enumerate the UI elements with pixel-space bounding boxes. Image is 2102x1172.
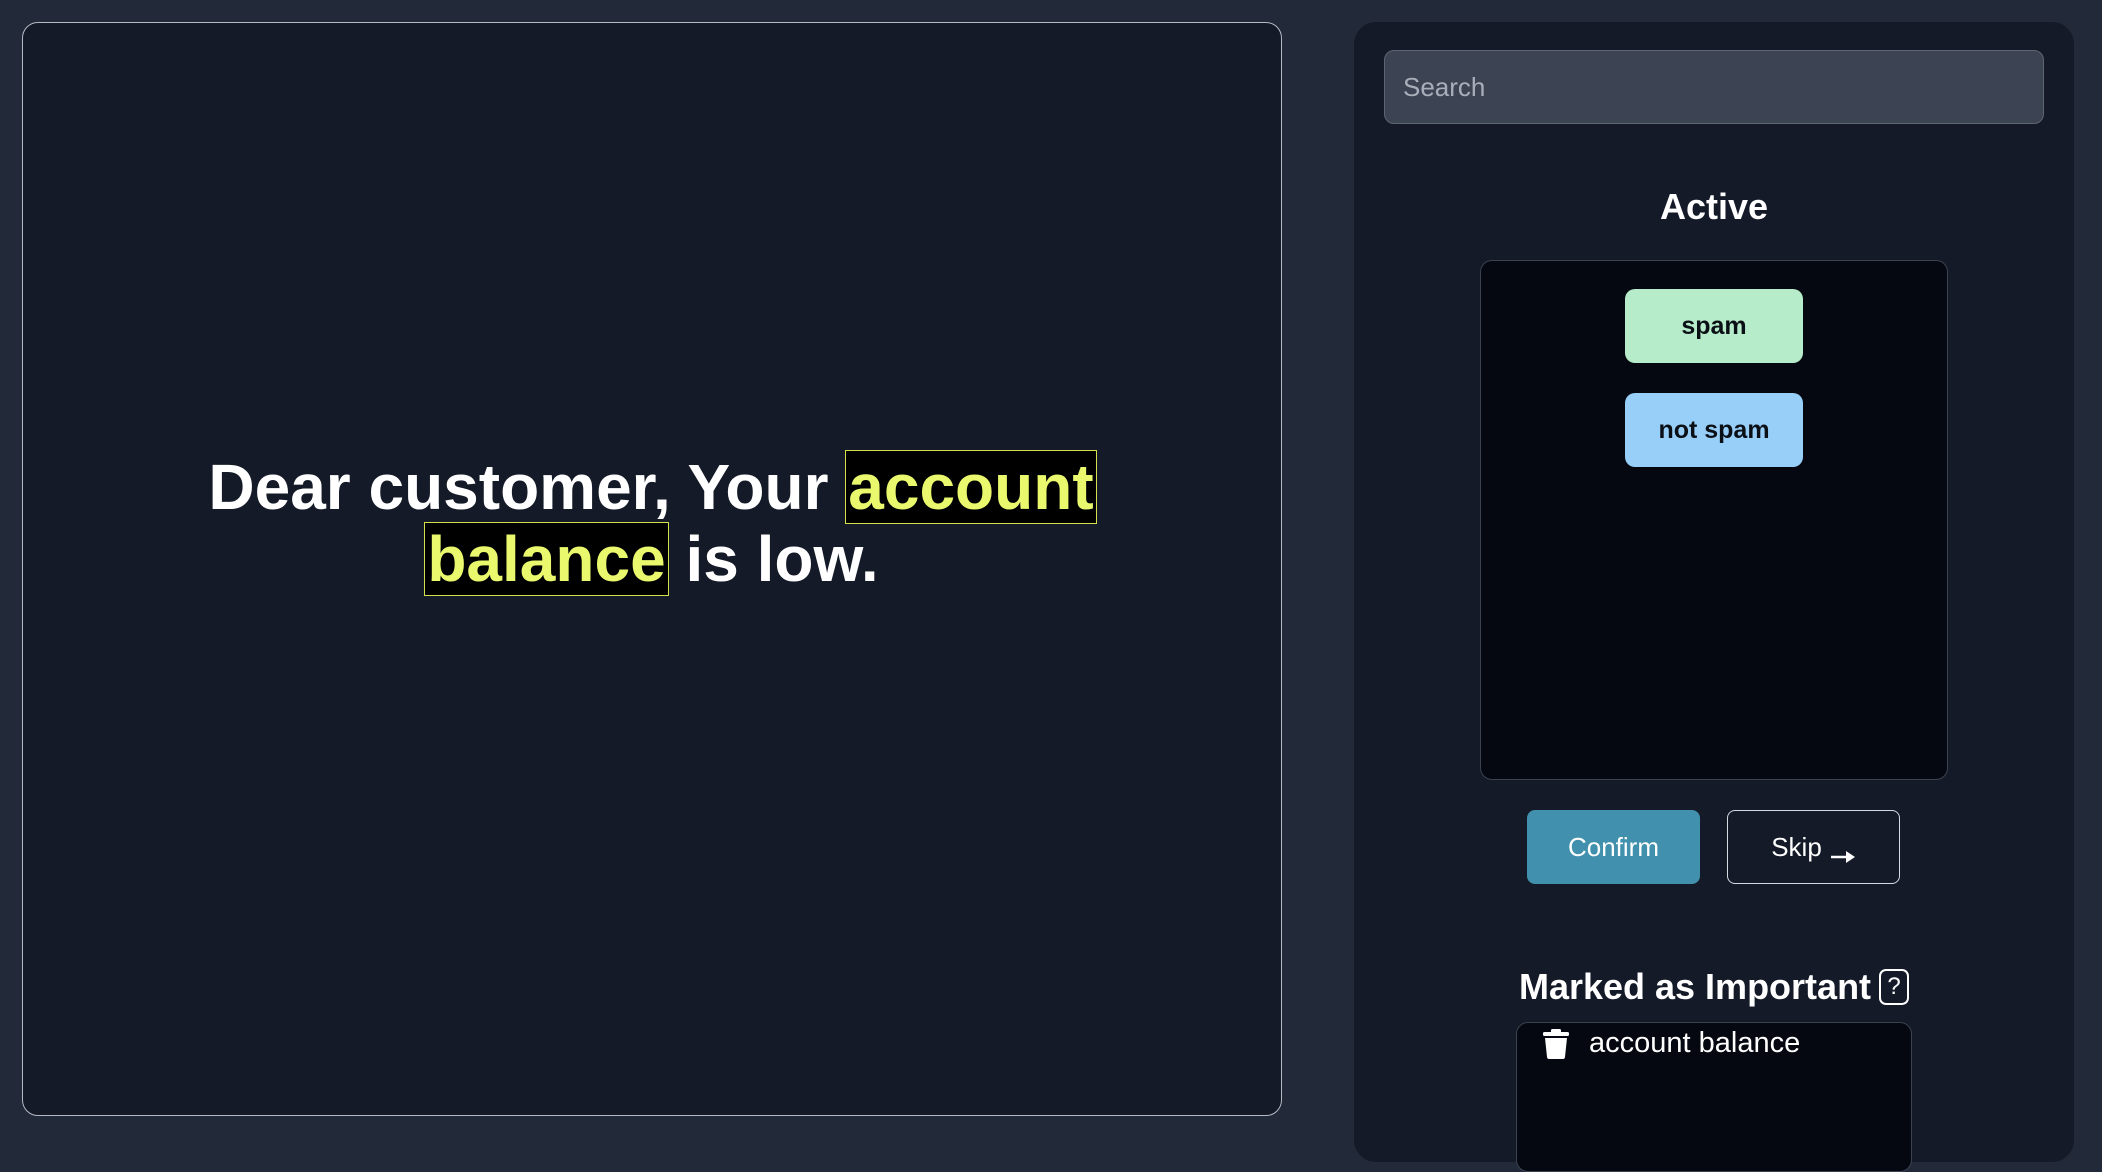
search-input[interactable]: [1384, 50, 2044, 124]
sidebar: Active spam not spam Confirm Skip Marked…: [1354, 22, 2074, 1172]
text-segment: Dear customer, Your: [208, 451, 847, 523]
important-list-item: account balance: [1543, 1027, 1800, 1060]
label-options-box: spam not spam: [1480, 260, 1948, 780]
help-icon[interactable]: ?: [1879, 969, 1910, 1005]
label-not-spam-button[interactable]: not spam: [1625, 393, 1803, 467]
label-spam-button[interactable]: spam: [1625, 289, 1803, 363]
important-list: account balance: [1516, 1022, 1912, 1172]
text-panel: Dear customer, Your account balance is l…: [22, 22, 1282, 1116]
confirm-button[interactable]: Confirm: [1527, 810, 1700, 884]
arrow-right-icon: [1830, 840, 1856, 863]
text-segment: is low.: [667, 523, 879, 595]
trash-icon[interactable]: [1543, 1028, 1569, 1059]
highlighted-word-balance[interactable]: balance: [424, 522, 669, 596]
important-item-label: account balance: [1589, 1027, 1801, 1059]
important-heading: Marked as Important: [1518, 966, 1872, 1007]
sample-text: Dear customer, Your account balance is l…: [182, 450, 1122, 596]
active-heading: Active: [1659, 186, 1769, 227]
highlighted-word-account[interactable]: account: [845, 450, 1097, 524]
skip-button[interactable]: Skip: [1727, 810, 1900, 884]
important-heading-row: Marked as Important ?: [1354, 966, 2074, 1008]
skip-button-label: Skip: [1771, 831, 1822, 862]
